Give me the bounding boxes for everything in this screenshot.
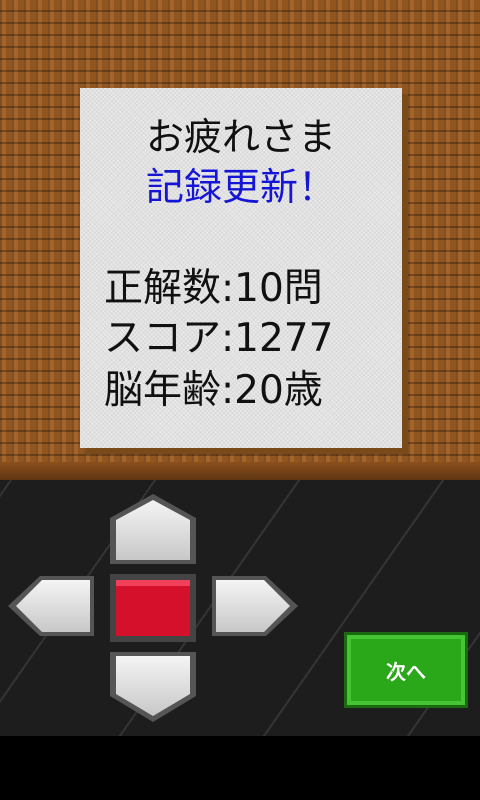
dpad-left-button[interactable] [8, 576, 94, 636]
separator: : [221, 266, 235, 311]
score-value: 1277 [234, 316, 334, 361]
brain-age-value: 20歳 [234, 368, 323, 413]
brain-age-label: 脳年齢 [104, 368, 222, 413]
correct-count-row: 正解数:10問 [104, 266, 323, 312]
dpad-center-button[interactable] [110, 574, 196, 642]
separator: : [221, 316, 235, 361]
dpad-up-button[interactable] [110, 494, 196, 564]
separator: : [221, 368, 235, 413]
bottom-bar [0, 736, 480, 800]
dpad-right-button[interactable] [212, 576, 298, 636]
next-button[interactable]: 次へ [344, 632, 468, 708]
score-row: スコア:1277 [104, 316, 333, 362]
record-updated-text: 記録更新！ [145, 165, 336, 209]
board-edge [0, 462, 480, 480]
result-title: お疲れさま [145, 115, 336, 159]
score-label: スコア [104, 316, 222, 361]
correct-count-value: 10問 [234, 266, 323, 311]
brain-age-row: 脳年齢:20歳 [104, 368, 323, 414]
dpad-down-button[interactable] [110, 652, 196, 722]
correct-count-label: 正解数 [104, 266, 222, 311]
